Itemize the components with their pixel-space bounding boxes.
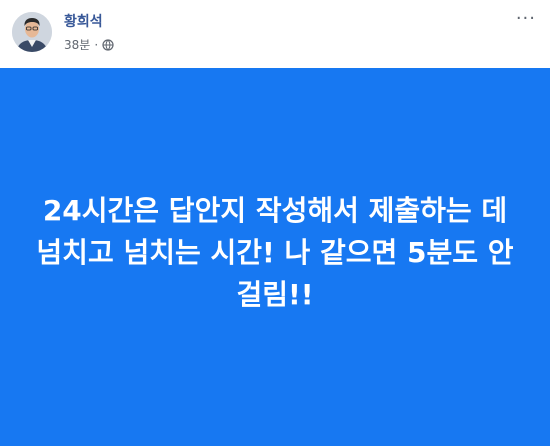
post-content-background: 24시간은 답안지 작성해서 제출하는 데 넘치고 넘치는 시간! 나 같으면 … bbox=[0, 68, 550, 446]
globe-icon[interactable] bbox=[102, 38, 114, 51]
meta-separator: · bbox=[94, 37, 99, 52]
more-options-icon[interactable]: ··· bbox=[516, 8, 536, 29]
post-meta: 38분 · bbox=[64, 36, 114, 53]
facebook-post: 황희석 38분 · ··· 24시간은 답안지 작성해서 제출하는 데 넘치고 … bbox=[0, 0, 550, 446]
profile-avatar[interactable] bbox=[12, 12, 52, 52]
author-name[interactable]: 황희석 bbox=[64, 11, 103, 31]
post-text: 24시간은 답안지 작성해서 제출하는 데 넘치고 넘치는 시간! 나 같으면 … bbox=[36, 194, 514, 311]
post-header: 황희석 38분 · ··· bbox=[0, 0, 550, 68]
post-time[interactable]: 38분 bbox=[64, 36, 90, 53]
profile-photo bbox=[12, 12, 52, 52]
